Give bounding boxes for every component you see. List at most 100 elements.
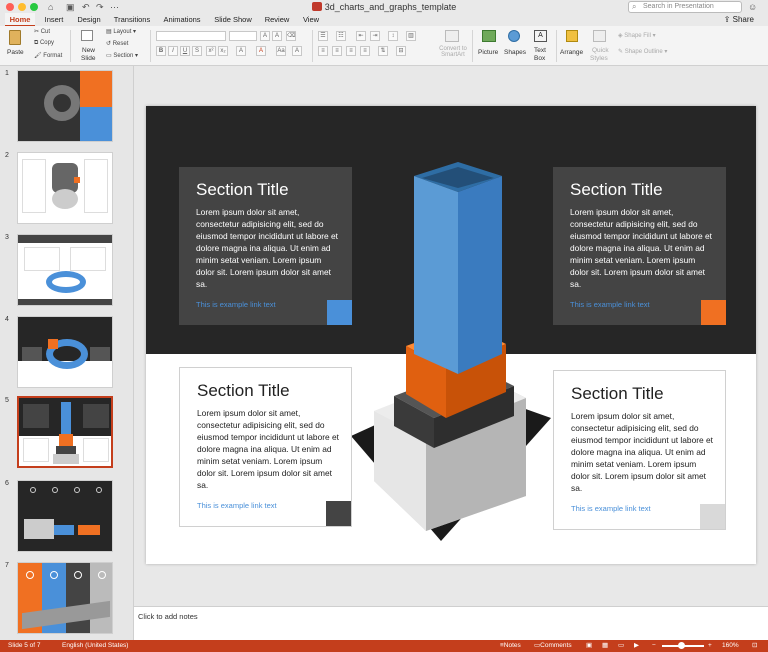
columns-icon[interactable]: ▥	[406, 31, 416, 41]
slide-thumbnail-5[interactable]	[17, 396, 113, 468]
notes-toggle[interactable]: ≡ Notes	[500, 640, 521, 652]
cut-button[interactable]: ✂ Cut	[34, 28, 50, 35]
bold-icon[interactable]: B	[156, 46, 166, 56]
font-size-select[interactable]	[229, 31, 257, 41]
underline-icon[interactable]: U	[180, 46, 190, 56]
comments-toggle[interactable]: ▭ Comments	[534, 640, 572, 652]
sorter-view-icon[interactable]: ▦	[602, 640, 608, 652]
share-icon: ⇪	[723, 15, 733, 24]
subscript-icon[interactable]: x₂	[218, 46, 228, 56]
reset-button[interactable]: ↺ Reset	[106, 40, 128, 47]
picture-button[interactable]: Picture	[478, 29, 500, 63]
tab-home[interactable]: Home	[5, 13, 35, 27]
decrease-font-icon[interactable]: A	[272, 31, 282, 41]
align-center-icon[interactable]: ≡	[332, 46, 342, 56]
accent-square	[701, 300, 726, 325]
layout-button[interactable]: ▤ Layout ▾	[106, 28, 136, 35]
example-link[interactable]: This is example link text	[571, 504, 651, 513]
reading-view-icon[interactable]: ▭	[618, 640, 624, 652]
zoom-slider[interactable]	[662, 642, 704, 649]
tab-animations[interactable]: Animations	[160, 13, 204, 27]
zoom-in-icon[interactable]: +	[708, 640, 712, 652]
zoom-slider-thumb[interactable]	[678, 642, 685, 649]
current-slide[interactable]: Section Title Lorem ipsum dolor sit amet…	[146, 106, 756, 564]
numbering-icon[interactable]: ☷	[336, 31, 346, 41]
zoom-out-icon[interactable]: −	[652, 640, 656, 652]
align-text-icon[interactable]: ⊟	[396, 46, 406, 56]
superscript-icon[interactable]: x²	[206, 46, 216, 56]
slide-thumbnail-2[interactable]	[17, 152, 113, 224]
tab-view[interactable]: View	[298, 13, 324, 27]
shape-outline-button[interactable]: ✎ Shape Outline ▾	[618, 48, 667, 55]
textbox-button[interactable]: A Text Box	[530, 29, 552, 63]
increase-indent-icon[interactable]: ⇥	[370, 31, 380, 41]
tab-insert[interactable]: Insert	[40, 13, 68, 27]
paste-button[interactable]: Paste	[6, 29, 26, 63]
section-body: Lorem ipsum dolor sit amet, consectetur …	[196, 207, 338, 289]
decrease-indent-icon[interactable]: ⇤	[356, 31, 366, 41]
slideshow-view-icon[interactable]: ▶	[634, 640, 639, 652]
align-left-icon[interactable]: ≡	[318, 46, 328, 56]
section-box-top-right[interactable]: Section Title Lorem ipsum dolor sit amet…	[553, 167, 726, 325]
line-spacing-icon[interactable]: ↕	[388, 31, 398, 41]
notes-pane[interactable]: Click to add notes	[134, 606, 768, 640]
thumbnail-number: 1	[5, 70, 9, 77]
slide-counter: Slide 5 of 7	[8, 642, 41, 649]
font-color-icon[interactable]: A	[256, 46, 266, 56]
section-box-bottom-right[interactable]: Section Title Lorem ipsum dolor sit amet…	[553, 370, 726, 530]
tab-transitions[interactable]: Transitions	[110, 13, 154, 27]
share-button[interactable]: ⇪ Share	[724, 13, 754, 27]
arrange-button[interactable]: Arrange	[560, 29, 586, 63]
user-icon[interactable]: ☺	[748, 1, 757, 13]
tab-slide-show[interactable]: Slide Show	[210, 13, 256, 27]
highlight-icon[interactable]: A	[236, 46, 246, 56]
convert-smartart-button[interactable]: Convert to SmartArt	[438, 46, 468, 58]
example-link[interactable]: This is example link text	[570, 300, 650, 309]
char-spacing-icon[interactable]: Aa	[276, 46, 286, 56]
section-box-top-left[interactable]: Section Title Lorem ipsum dolor sit amet…	[179, 167, 352, 325]
section-button[interactable]: ▭ Section ▾	[106, 52, 138, 59]
increase-font-icon[interactable]: A	[260, 31, 270, 41]
new-slide-icon	[81, 30, 93, 41]
section-title: Section Title	[571, 384, 664, 403]
example-link[interactable]: This is example link text	[197, 501, 277, 510]
search-icon: ⌕	[632, 2, 637, 11]
justify-icon[interactable]: ≡	[360, 46, 370, 56]
tab-review[interactable]: Review	[262, 13, 292, 27]
bullets-icon[interactable]: ☰	[318, 31, 328, 41]
section-body: Lorem ipsum dolor sit amet, consectetur …	[571, 411, 713, 493]
ribbon-toolbar: Paste ✂ Cut ⧉ Copy 🖌 Format New Slide ▤ …	[0, 26, 768, 66]
normal-view-icon[interactable]: ▣	[586, 640, 592, 652]
format-painter-button[interactable]: 🖌 Format	[34, 52, 62, 59]
font-name-select[interactable]	[156, 31, 226, 41]
quick-styles-button[interactable]: Quick Styles	[589, 29, 611, 63]
clipboard-icon	[9, 30, 21, 45]
slide-thumbnail-7[interactable]	[17, 562, 113, 634]
fit-slide-icon[interactable]: ⊡	[752, 640, 757, 652]
text-direction-icon[interactable]: ⇅	[378, 46, 388, 56]
shape-fill-button[interactable]: ◈ Shape Fill ▾	[618, 32, 656, 39]
accent-square	[700, 504, 725, 529]
section-title: Section Title	[196, 180, 289, 199]
tab-design[interactable]: Design	[74, 13, 104, 27]
search-input[interactable]: ⌕ Search in Presentation	[628, 1, 742, 13]
ribbon-divider	[312, 30, 313, 62]
strikethrough-icon[interactable]: S	[192, 46, 202, 56]
clear-format-icon[interactable]: ⌫	[286, 31, 296, 41]
copy-button[interactable]: ⧉ Copy	[34, 40, 54, 47]
italic-icon[interactable]: I	[168, 46, 178, 56]
change-case-icon[interactable]: A	[292, 46, 302, 56]
ribbon-divider	[150, 30, 151, 62]
shapes-button[interactable]: Shapes	[504, 29, 526, 63]
example-link[interactable]: This is example link text	[196, 300, 276, 309]
language-indicator[interactable]: English (United States)	[62, 640, 128, 652]
zoom-level[interactable]: 160%	[722, 640, 739, 652]
align-right-icon[interactable]: ≡	[346, 46, 356, 56]
section-box-bottom-left[interactable]: Section Title Lorem ipsum dolor sit amet…	[179, 367, 352, 527]
slide-thumbnail-4[interactable]	[17, 316, 113, 388]
slide-thumbnail-6[interactable]	[17, 480, 113, 552]
smartart-icon	[445, 30, 459, 42]
slide-thumbnail-1[interactable]	[17, 70, 113, 142]
new-slide-button[interactable]: New Slide	[76, 29, 98, 63]
slide-thumbnail-3[interactable]	[17, 234, 113, 306]
